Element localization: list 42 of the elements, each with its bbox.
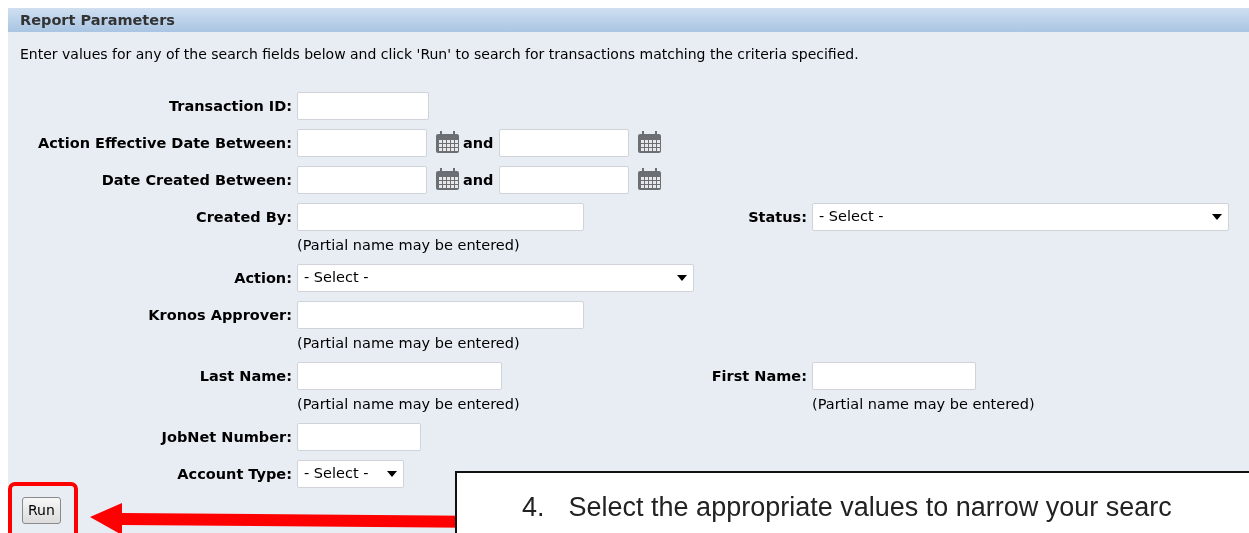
hint-text: (Partial name may be entered) — [297, 236, 521, 255]
step-number: 4. — [522, 492, 545, 522]
date-field[interactable] — [297, 166, 427, 194]
calendar-icon[interactable] — [636, 168, 662, 191]
hint-text: (Partial name may be entered) — [812, 395, 1035, 414]
connector-text: and — [463, 171, 494, 190]
run-button[interactable]: Run — [22, 497, 61, 524]
field-label: Account Type: — [176, 465, 293, 484]
field-label: Transaction ID: — [167, 97, 293, 116]
input-field[interactable] — [297, 362, 502, 390]
panel-header: Report Parameters — [8, 8, 1249, 32]
field-label: Created By: — [195, 208, 293, 227]
field-label: Action: — [233, 269, 293, 288]
date-field[interactable] — [297, 129, 427, 157]
hint-text: (Partial name may be entered) — [297, 334, 521, 353]
calendar-icon[interactable] — [435, 131, 460, 154]
calendar-icon[interactable] — [435, 168, 460, 191]
input-field[interactable] — [297, 92, 429, 120]
input-field[interactable] — [297, 301, 584, 329]
callout-text: Select the appropriate values to narrow your searc — [568, 492, 1172, 522]
field-label: Status: — [747, 208, 808, 227]
select-field[interactable]: - Select - — [297, 264, 694, 292]
caret-icon — [677, 275, 687, 281]
input-field[interactable] — [812, 362, 976, 390]
field-label: Date Created Between: — [100, 171, 293, 190]
select-field[interactable]: - Select - — [297, 460, 404, 488]
field-label: Kronos Approver: — [147, 306, 293, 325]
field-label: First Name: — [710, 367, 808, 386]
caret-icon — [387, 471, 397, 477]
connector-text: and — [463, 134, 494, 153]
hint-text: (Partial name may be entered) — [297, 395, 520, 414]
calendar-icon[interactable] — [636, 131, 662, 154]
input-field[interactable] — [297, 423, 421, 451]
date-field[interactable] — [498, 166, 629, 194]
input-field[interactable] — [297, 203, 584, 231]
field-label: Last Name: — [198, 367, 293, 386]
date-field[interactable] — [498, 129, 629, 157]
field-label: JobNet Number: — [159, 428, 293, 447]
select-field[interactable]: - Select - — [812, 203, 1229, 231]
instructions-text: Enter values for any of the search fields below and click 'Run' to search for transactions matching the criteria specified. — [19, 45, 860, 64]
field-label: Action Effective Date Between: — [37, 134, 293, 153]
caret-icon — [1212, 214, 1222, 220]
